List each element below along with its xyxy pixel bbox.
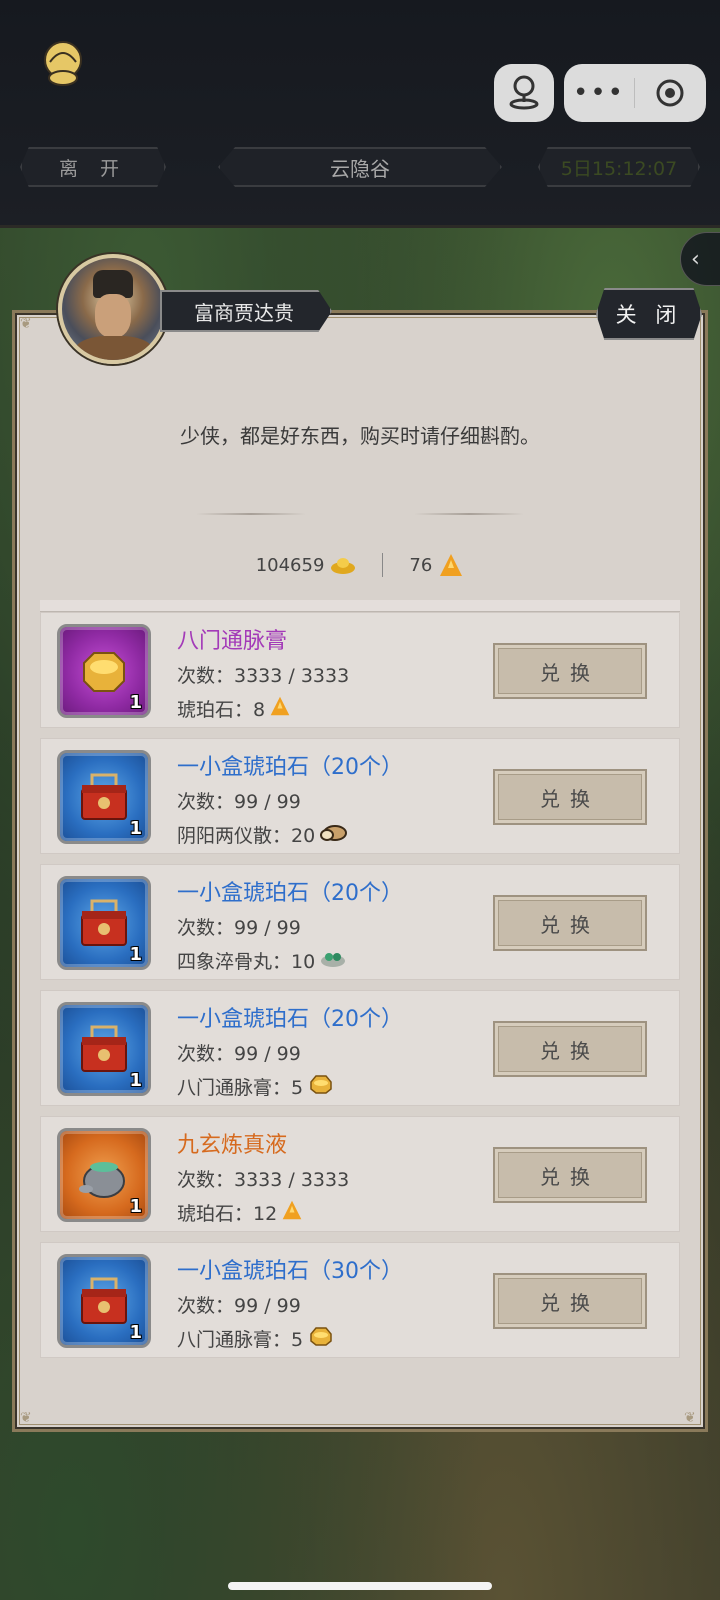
- amber-icon: [281, 1199, 303, 1226]
- item-icon: [74, 1145, 134, 1205]
- item-slot[interactable]: 1: [57, 750, 151, 844]
- silver-currency: 104659: [256, 555, 357, 576]
- merchant-dialog: 少侠，都是好东西，购买时请仔细斟酌。: [180, 424, 540, 448]
- currency-bar: 104659 76: [0, 550, 720, 580]
- amber-amount: 76: [409, 554, 433, 576]
- item-cost: 八门通脉膏：5: [177, 1073, 335, 1100]
- item-exchange-count: 次数：99 / 99: [177, 1295, 301, 1317]
- ointment-box-icon: [307, 1073, 335, 1100]
- item-exchange-count: 次数：3333 / 3333: [177, 1169, 350, 1191]
- amber-icon: [440, 554, 463, 576]
- close-button[interactable]: 关 闭: [596, 288, 702, 340]
- item-quantity: 1: [129, 1322, 142, 1343]
- corner-ornament-icon: ❦: [20, 316, 32, 332]
- item-quantity: 1: [129, 692, 142, 713]
- divider-ornament: [196, 513, 306, 515]
- item-icon: [74, 767, 134, 827]
- item-cost: 琥珀石：12: [177, 1199, 303, 1226]
- item-quantity: 1: [129, 1070, 142, 1091]
- currency-divider: [382, 553, 384, 577]
- item-slot[interactable]: 1: [57, 624, 151, 718]
- exchange-item-row: 1 九玄炼真液次数：3333 / 3333 琥珀石：12 兑换: [40, 1116, 680, 1232]
- item-slot[interactable]: 1: [57, 1128, 151, 1222]
- item-exchange-count: 次数：99 / 99: [177, 791, 301, 813]
- exchange-item-row: 1 一小盒琥珀石（20个） 次数：99 / 99 阴阳两仪散：20 兑换: [40, 738, 680, 854]
- item-slot[interactable]: 1: [57, 1254, 151, 1348]
- item-quantity: 1: [129, 1196, 142, 1217]
- item-slot[interactable]: 1: [57, 876, 151, 970]
- yinyang-powder-icon: [319, 821, 348, 848]
- avatar-face: [95, 294, 131, 338]
- corner-ornament-icon: ❦: [684, 1410, 696, 1426]
- item-cost-text: 八门通脉膏：5: [177, 1077, 304, 1099]
- item-cost-text: 四象淬骨丸：10: [177, 951, 316, 973]
- mini-program-capsule: •••: [564, 64, 706, 122]
- target-icon: [656, 79, 684, 107]
- silver-amount: 104659: [255, 554, 325, 576]
- exchange-item-row: 1 一小盒琥珀石（20个） 次数：99 / 99 四象淬骨丸：10 兑换: [40, 864, 680, 980]
- item-name: 一小盒琥珀石（20个）: [177, 1007, 403, 1032]
- top-bar: ••• 离 开 云隐谷 5日15:12:07: [0, 0, 720, 228]
- ointment-box-icon: [307, 1325, 335, 1352]
- merchant-avatar: [58, 254, 168, 364]
- app-logo-icon[interactable]: [40, 38, 86, 88]
- exchange-button[interactable]: 兑换: [493, 895, 647, 951]
- item-icon: [74, 1271, 134, 1331]
- amber-icon: [269, 695, 291, 722]
- item-name: 八门通脉膏: [177, 629, 288, 654]
- item-cost-text: 琥珀石：8: [177, 699, 266, 721]
- more-icon[interactable]: •••: [564, 64, 634, 122]
- list-item-partial: [40, 600, 680, 612]
- item-quantity: 1: [129, 944, 142, 965]
- corner-ornament-icon: ❦: [20, 1410, 32, 1426]
- item-exchange-count: 次数：99 / 99: [177, 917, 301, 939]
- item-icon: [74, 641, 134, 701]
- item-cost: 琥珀石：8: [177, 695, 291, 722]
- item-cost: 四象淬骨丸：10: [177, 947, 347, 974]
- exchange-button[interactable]: 兑换: [493, 1021, 647, 1077]
- item-cost: 八门通脉膏：5: [177, 1325, 335, 1352]
- item-cost-text: 琥珀石：12: [177, 1203, 278, 1225]
- item-name: 一小盒琥珀石（20个）: [177, 755, 403, 780]
- item-quantity: 1: [129, 818, 142, 839]
- divider-ornament: [414, 513, 524, 515]
- close-mini-program-button[interactable]: [635, 78, 705, 108]
- gold-ingot-icon: [331, 558, 356, 574]
- amber-currency: 76: [409, 552, 464, 578]
- exchange-button[interactable]: 兑换: [493, 1147, 647, 1203]
- item-cost-text: 八门通脉膏：5: [177, 1329, 304, 1351]
- jade-pill-icon: [319, 947, 347, 974]
- item-name: 九玄炼真液: [177, 1133, 288, 1158]
- merchant-name: 富商贾达贵: [160, 290, 332, 332]
- joystick-icon: [509, 75, 539, 110]
- location-label: 云隐谷: [218, 147, 502, 187]
- item-exchange-count: 次数：3333 / 3333: [177, 665, 350, 687]
- exchange-item-row: 1 八门通脉膏次数：3333 / 3333 琥珀石：8 兑换: [40, 612, 680, 728]
- exchange-button[interactable]: 兑换: [493, 643, 647, 699]
- item-slot[interactable]: 1: [57, 1002, 151, 1096]
- exchange-item-row: 1 一小盒琥珀石（30个） 次数：99 / 99 八门通脉膏：5 兑换: [40, 1242, 680, 1358]
- item-cost: 阴阳两仪散：20: [177, 821, 348, 848]
- item-name: 一小盒琥珀石（30个）: [177, 1259, 403, 1284]
- item-name: 一小盒琥珀石（20个）: [177, 881, 403, 906]
- home-indicator[interactable]: [228, 1582, 492, 1590]
- item-exchange-count: 次数：99 / 99: [177, 1043, 301, 1065]
- chevron-left-icon: ‹: [691, 246, 700, 272]
- item-icon: [74, 893, 134, 953]
- exchange-item-row: 1 一小盒琥珀石（20个） 次数：99 / 99 八门通脉膏：5 兑换: [40, 990, 680, 1106]
- item-icon: [74, 1019, 134, 1079]
- exchange-button[interactable]: 兑换: [493, 1273, 647, 1329]
- item-cost-text: 阴阳两仪散：20: [177, 825, 316, 847]
- countdown-timer: 5日15:12:07: [538, 147, 700, 187]
- joystick-button[interactable]: [494, 64, 554, 122]
- leave-button[interactable]: 离 开: [20, 147, 166, 187]
- exchange-button[interactable]: 兑换: [493, 769, 647, 825]
- avatar-robe: [74, 336, 154, 360]
